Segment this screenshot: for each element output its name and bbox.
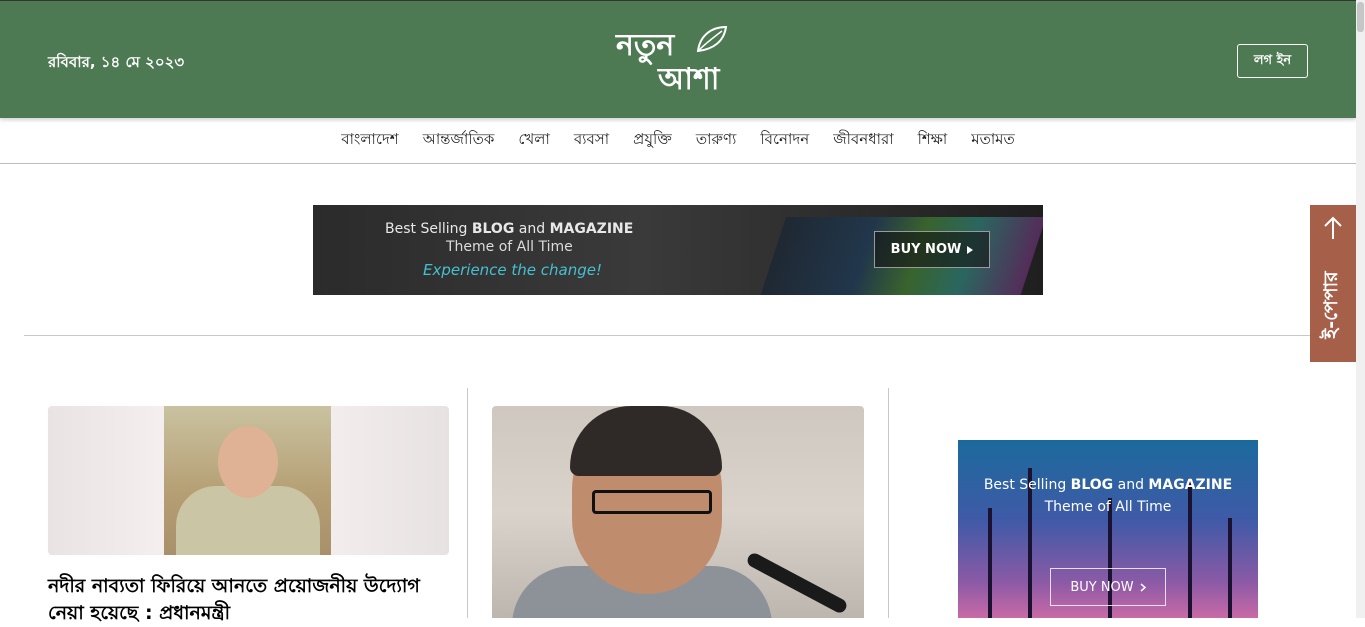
- article-image[interactable]: [492, 406, 864, 618]
- nav-item-international[interactable]: আন্তর্জাতিক: [423, 128, 495, 153]
- buy-now-label: BUY NOW: [890, 242, 962, 257]
- epaper-tab[interactable]: ই-পেপার: [1310, 205, 1356, 362]
- nav-item-bangladesh[interactable]: বাংলাদেশ: [341, 128, 398, 153]
- article-headline[interactable]: নদীর নাব্যতা ফিরিয়ে আনতে প্রয়োজনীয় উদ…: [48, 573, 449, 627]
- section-divider: [24, 335, 1356, 336]
- main-nav: বাংলাদেশ আন্তর্জাতিক খেলা ব্যবসা প্রযুক্…: [0, 118, 1356, 164]
- column-divider: [467, 388, 468, 618]
- leaf-icon: [696, 25, 728, 53]
- arrow-up-icon: [1324, 216, 1342, 239]
- buy-now-button[interactable]: BUY NOW: [874, 231, 990, 268]
- top-ad-banner[interactable]: Best Selling BLOG and MAGAZINE Theme of …: [313, 205, 1043, 295]
- nav-item-lifestyle[interactable]: জীবনধারা: [833, 128, 893, 153]
- site-logo[interactable]: নতুন আশা: [612, 21, 742, 97]
- buy-now-button[interactable]: BUY NOW: [1050, 568, 1166, 606]
- nav-item-business[interactable]: ব্যবসা: [574, 128, 609, 153]
- banner-subheadline: Theme of All Time: [1044, 499, 1172, 515]
- nav-item-youth[interactable]: তারুণ্য: [696, 128, 737, 153]
- nav-item-technology[interactable]: প্রযুক্তি: [633, 128, 672, 153]
- site-header: রবিবার, ১৪ মে ২০২৩ নতুন আশা লগ ইন: [0, 0, 1356, 118]
- banner-headline: Best Selling BLOG and MAGAZINE: [385, 221, 634, 237]
- scrollbar[interactable]: [1356, 0, 1365, 618]
- nav-item-education[interactable]: শিক্ষা: [918, 128, 948, 153]
- buy-now-label: BUY NOW: [1070, 579, 1134, 595]
- article-image[interactable]: [48, 406, 449, 555]
- nav-item-opinion[interactable]: মতামত: [971, 128, 1015, 153]
- banner-tagline: Experience the change!: [423, 261, 603, 279]
- logo-text-line2: আশা: [658, 62, 720, 97]
- banner-subheadline: Theme of All Time: [446, 239, 573, 255]
- column-divider: [888, 388, 889, 618]
- banner-headline: Best Selling BLOG and MAGAZINE: [983, 477, 1233, 493]
- scrollbar-thumb[interactable]: [1357, 2, 1364, 32]
- nav-item-entertainment[interactable]: বিনোদন: [760, 128, 809, 153]
- nav-item-sports[interactable]: খেলা: [518, 128, 549, 153]
- current-date: রবিবার, ১৪ মে ২০২৩: [48, 53, 185, 71]
- epaper-label: ই-পেপার: [1320, 271, 1342, 339]
- chevron-right-icon: [1140, 582, 1146, 592]
- login-button[interactable]: লগ ইন: [1237, 44, 1308, 78]
- caret-right-icon: [967, 245, 974, 254]
- side-ad-banner[interactable]: Best Selling BLOG and MAGAZINE Theme of …: [958, 440, 1258, 618]
